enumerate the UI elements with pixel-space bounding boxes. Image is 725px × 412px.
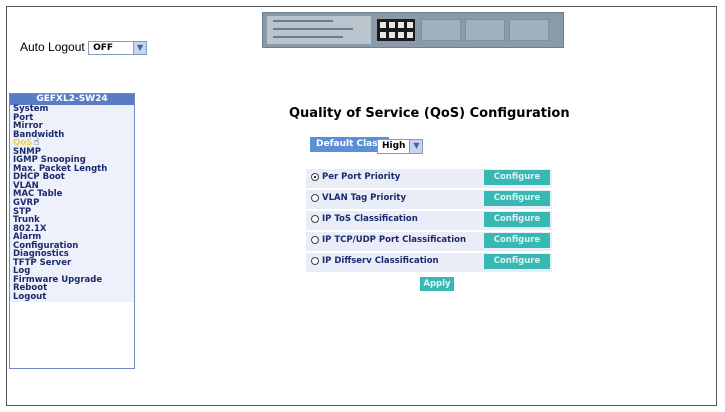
per-port-priority-configure-button[interactable]: Configure [484, 170, 550, 185]
qos-option-row: IP Diffserv Classification Configure [306, 253, 552, 274]
apply-button[interactable]: Apply [420, 277, 454, 291]
qos-option-row: VLAN Tag Priority Configure [306, 190, 552, 211]
ip-diffserv-classification-configure-button[interactable]: Configure [484, 254, 550, 269]
auto-logout-value: OFF [93, 42, 114, 53]
auto-logout-select[interactable]: OFF ▼ [88, 40, 148, 55]
switch-port-block [377, 19, 415, 41]
default-class-value: High [382, 141, 406, 151]
ip-tcp-udp-port-classification-label: IP TCP/UDP Port Classification [322, 235, 467, 245]
vlan-tag-priority-label: VLAN Tag Priority [322, 193, 407, 203]
ip-tcp-udp-port-classification-radio[interactable] [311, 236, 319, 244]
switch-port-group [465, 19, 505, 41]
vlan-tag-priority-radio[interactable] [311, 194, 319, 202]
sidebar-menu: GEFXL2-SW24 System Port Mirror Bandwidth… [9, 93, 135, 369]
ip-tos-classification-configure-button[interactable]: Configure [484, 212, 550, 227]
page-title: Quality of Service (QoS) Configuration [289, 106, 570, 121]
qos-option-row: IP ToS Classification Configure [306, 211, 552, 232]
qos-options-table: Per Port Priority Configure VLAN Tag Pri… [306, 169, 552, 274]
switch-panel-line [273, 36, 343, 38]
auto-logout: Auto Logout OFF ▼ [20, 40, 148, 55]
hand-pointer-icon: ☝ [33, 137, 40, 149]
per-port-priority-radio[interactable] [311, 173, 319, 181]
ip-diffserv-classification-label: IP Diffserv Classification [322, 256, 439, 266]
sidebar-item-logout[interactable]: Logout [10, 293, 134, 302]
switch-front-panel-image [262, 12, 564, 48]
qos-option-row: IP TCP/UDP Port Classification Configure [306, 232, 552, 253]
switch-panel-line [273, 20, 333, 22]
chevron-down-icon[interactable]: ▼ [409, 140, 423, 153]
switch-port-group [421, 19, 461, 41]
ip-diffserv-classification-radio[interactable] [311, 257, 319, 265]
switch-panel-line [273, 28, 353, 30]
switch-panel-left [267, 16, 371, 44]
ip-tos-classification-label: IP ToS Classification [322, 214, 418, 224]
ip-tcp-udp-port-classification-configure-button[interactable]: Configure [484, 233, 550, 248]
default-class-select-wrap: High ▼ [377, 136, 424, 155]
chevron-down-icon[interactable]: ▼ [133, 41, 147, 54]
per-port-priority-label: Per Port Priority [322, 172, 401, 182]
qos-option-row: Per Port Priority Configure [306, 169, 552, 190]
ip-tos-classification-radio[interactable] [311, 215, 319, 223]
default-class-select[interactable]: High ▼ [377, 139, 424, 154]
auto-logout-label: Auto Logout [20, 40, 85, 54]
vlan-tag-priority-configure-button[interactable]: Configure [484, 191, 550, 206]
switch-port-group [509, 19, 549, 41]
